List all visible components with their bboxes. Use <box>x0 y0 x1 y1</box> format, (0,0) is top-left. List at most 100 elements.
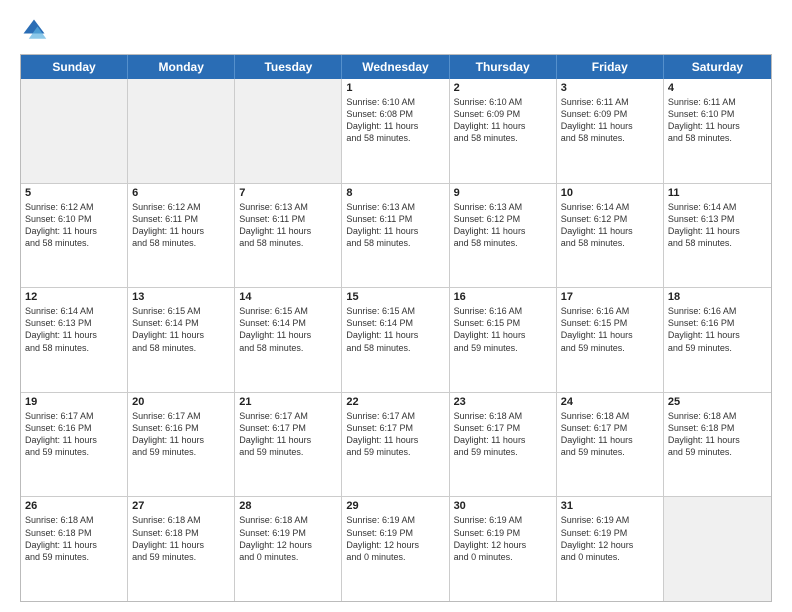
calendar-header: SundayMondayTuesdayWednesdayThursdayFrid… <box>21 55 771 79</box>
day-info: Sunrise: 6:18 AM Sunset: 6:18 PM Dayligh… <box>25 514 123 563</box>
day-info: Sunrise: 6:17 AM Sunset: 6:17 PM Dayligh… <box>346 410 444 459</box>
day-info: Sunrise: 6:18 AM Sunset: 6:18 PM Dayligh… <box>668 410 767 459</box>
header-day-saturday: Saturday <box>664 55 771 79</box>
day-info: Sunrise: 6:19 AM Sunset: 6:19 PM Dayligh… <box>346 514 444 563</box>
calendar-cell: 24 Sunrise: 6:18 AM Sunset: 6:17 PM Dayli… <box>557 393 664 497</box>
calendar: SundayMondayTuesdayWednesdayThursdayFrid… <box>20 54 772 602</box>
calendar-cell: 2 Sunrise: 6:10 AM Sunset: 6:09 PM Daylig… <box>450 79 557 183</box>
day-info: Sunrise: 6:13 AM Sunset: 6:12 PM Dayligh… <box>454 201 552 250</box>
calendar-cell: 21Sunrise: 6:17 AM Sunset: 6:17 PM Dayli… <box>235 393 342 497</box>
day-info: Sunrise: 6:13 AM Sunset: 6:11 PM Dayligh… <box>239 201 337 250</box>
day-info: Sunrise: 6:16 AM Sunset: 6:15 PM Dayligh… <box>454 305 552 354</box>
day-info: Sunrise: 6:15 AM Sunset: 6:14 PM Dayligh… <box>132 305 230 354</box>
day-number: 19 <box>25 396 123 408</box>
calendar-cell <box>128 79 235 183</box>
header-day-monday: Monday <box>128 55 235 79</box>
day-info: Sunrise: 6:16 AM Sunset: 6:15 PM Dayligh… <box>561 305 659 354</box>
calendar-body: 1 Sunrise: 6:10 AM Sunset: 6:08 PM Daylig… <box>21 79 771 601</box>
day-number: 7 <box>239 187 337 199</box>
calendar-row-4: 26 Sunrise: 6:18 AM Sunset: 6:18 PM Dayli… <box>21 496 771 601</box>
calendar-cell: 5Sunrise: 6:12 AM Sunset: 6:10 PM Daylig… <box>21 184 128 288</box>
calendar-cell: 8 Sunrise: 6:13 AM Sunset: 6:11 PM Daylig… <box>342 184 449 288</box>
header <box>20 16 772 44</box>
day-number: 27 <box>132 500 230 512</box>
calendar-cell: 31Sunrise: 6:19 AM Sunset: 6:19 PM Dayli… <box>557 497 664 601</box>
header-day-wednesday: Wednesday <box>342 55 449 79</box>
day-number: 15 <box>346 291 444 303</box>
day-info: Sunrise: 6:14 AM Sunset: 6:13 PM Dayligh… <box>668 201 767 250</box>
day-number: 8 <box>346 187 444 199</box>
header-day-tuesday: Tuesday <box>235 55 342 79</box>
calendar-cell: 30Sunrise: 6:19 AM Sunset: 6:19 PM Dayli… <box>450 497 557 601</box>
day-number: 13 <box>132 291 230 303</box>
calendar-row-0: 1 Sunrise: 6:10 AM Sunset: 6:08 PM Daylig… <box>21 79 771 183</box>
day-number: 1 <box>346 82 444 94</box>
day-info: Sunrise: 6:18 AM Sunset: 6:18 PM Dayligh… <box>132 514 230 563</box>
calendar-cell: 3 Sunrise: 6:11 AM Sunset: 6:09 PM Daylig… <box>557 79 664 183</box>
calendar-cell: 27 Sunrise: 6:18 AM Sunset: 6:18 PM Dayli… <box>128 497 235 601</box>
day-number: 9 <box>454 187 552 199</box>
calendar-cell: 7 Sunrise: 6:13 AM Sunset: 6:11 PM Daylig… <box>235 184 342 288</box>
day-info: Sunrise: 6:12 AM Sunset: 6:11 PM Dayligh… <box>132 201 230 250</box>
day-number: 10 <box>561 187 659 199</box>
day-info: Sunrise: 6:10 AM Sunset: 6:08 PM Dayligh… <box>346 96 444 145</box>
day-info: Sunrise: 6:19 AM Sunset: 6:19 PM Dayligh… <box>561 514 659 563</box>
day-info: Sunrise: 6:11 AM Sunset: 6:09 PM Dayligh… <box>561 96 659 145</box>
day-info: Sunrise: 6:16 AM Sunset: 6:16 PM Dayligh… <box>668 305 767 354</box>
calendar-cell: 11Sunrise: 6:14 AM Sunset: 6:13 PM Dayli… <box>664 184 771 288</box>
calendar-cell: 28 Sunrise: 6:18 AM Sunset: 6:19 PM Dayli… <box>235 497 342 601</box>
day-number: 24 <box>561 396 659 408</box>
day-number: 4 <box>668 82 767 94</box>
calendar-cell: 12Sunrise: 6:14 AM Sunset: 6:13 PM Dayli… <box>21 288 128 392</box>
day-info: Sunrise: 6:14 AM Sunset: 6:12 PM Dayligh… <box>561 201 659 250</box>
calendar-cell: 6 Sunrise: 6:12 AM Sunset: 6:11 PM Daylig… <box>128 184 235 288</box>
calendar-cell: 26 Sunrise: 6:18 AM Sunset: 6:18 PM Dayli… <box>21 497 128 601</box>
calendar-cell: 9 Sunrise: 6:13 AM Sunset: 6:12 PM Daylig… <box>450 184 557 288</box>
calendar-row-1: 5Sunrise: 6:12 AM Sunset: 6:10 PM Daylig… <box>21 183 771 288</box>
day-info: Sunrise: 6:17 AM Sunset: 6:17 PM Dayligh… <box>239 410 337 459</box>
day-info: Sunrise: 6:17 AM Sunset: 6:16 PM Dayligh… <box>132 410 230 459</box>
calendar-cell: 14Sunrise: 6:15 AM Sunset: 6:14 PM Dayli… <box>235 288 342 392</box>
calendar-cell: 4 Sunrise: 6:11 AM Sunset: 6:10 PM Daylig… <box>664 79 771 183</box>
day-number: 28 <box>239 500 337 512</box>
day-info: Sunrise: 6:11 AM Sunset: 6:10 PM Dayligh… <box>668 96 767 145</box>
page: SundayMondayTuesdayWednesdayThursdayFrid… <box>0 0 792 612</box>
day-info: Sunrise: 6:15 AM Sunset: 6:14 PM Dayligh… <box>346 305 444 354</box>
calendar-cell: 25Sunrise: 6:18 AM Sunset: 6:18 PM Dayli… <box>664 393 771 497</box>
logo-icon <box>20 16 48 44</box>
day-info: Sunrise: 6:18 AM Sunset: 6:17 PM Dayligh… <box>561 410 659 459</box>
calendar-cell <box>664 497 771 601</box>
calendar-row-2: 12Sunrise: 6:14 AM Sunset: 6:13 PM Dayli… <box>21 287 771 392</box>
day-info: Sunrise: 6:18 AM Sunset: 6:19 PM Dayligh… <box>239 514 337 563</box>
day-info: Sunrise: 6:13 AM Sunset: 6:11 PM Dayligh… <box>346 201 444 250</box>
calendar-cell: 13 Sunrise: 6:15 AM Sunset: 6:14 PM Dayli… <box>128 288 235 392</box>
calendar-cell: 1 Sunrise: 6:10 AM Sunset: 6:08 PM Daylig… <box>342 79 449 183</box>
day-number: 16 <box>454 291 552 303</box>
calendar-cell: 15 Sunrise: 6:15 AM Sunset: 6:14 PM Dayli… <box>342 288 449 392</box>
day-info: Sunrise: 6:17 AM Sunset: 6:16 PM Dayligh… <box>25 410 123 459</box>
logo <box>20 16 52 44</box>
day-number: 30 <box>454 500 552 512</box>
day-number: 3 <box>561 82 659 94</box>
day-number: 18 <box>668 291 767 303</box>
day-number: 22 <box>346 396 444 408</box>
calendar-row-3: 19 Sunrise: 6:17 AM Sunset: 6:16 PM Dayli… <box>21 392 771 497</box>
calendar-cell: 10 Sunrise: 6:14 AM Sunset: 6:12 PM Dayli… <box>557 184 664 288</box>
calendar-cell: 17Sunrise: 6:16 AM Sunset: 6:15 PM Dayli… <box>557 288 664 392</box>
calendar-cell: 19 Sunrise: 6:17 AM Sunset: 6:16 PM Dayli… <box>21 393 128 497</box>
day-number: 14 <box>239 291 337 303</box>
day-number: 6 <box>132 187 230 199</box>
calendar-cell: 18 Sunrise: 6:16 AM Sunset: 6:16 PM Dayli… <box>664 288 771 392</box>
day-number: 2 <box>454 82 552 94</box>
day-number: 20 <box>132 396 230 408</box>
header-day-sunday: Sunday <box>21 55 128 79</box>
header-day-friday: Friday <box>557 55 664 79</box>
day-number: 29 <box>346 500 444 512</box>
day-info: Sunrise: 6:12 AM Sunset: 6:10 PM Dayligh… <box>25 201 123 250</box>
calendar-cell <box>21 79 128 183</box>
calendar-cell: 22 Sunrise: 6:17 AM Sunset: 6:17 PM Dayli… <box>342 393 449 497</box>
calendar-cell <box>235 79 342 183</box>
day-info: Sunrise: 6:10 AM Sunset: 6:09 PM Dayligh… <box>454 96 552 145</box>
calendar-cell: 16 Sunrise: 6:16 AM Sunset: 6:15 PM Dayli… <box>450 288 557 392</box>
day-number: 26 <box>25 500 123 512</box>
